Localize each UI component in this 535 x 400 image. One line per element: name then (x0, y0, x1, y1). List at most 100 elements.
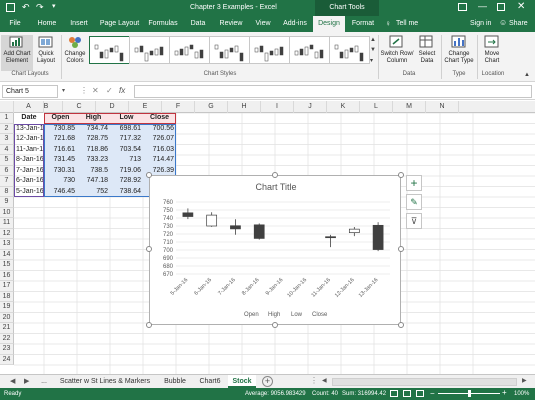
tab-file[interactable]: File (0, 16, 30, 32)
move-chart-button[interactable]: Move Chart (480, 35, 504, 65)
normal-view-icon[interactable] (390, 390, 398, 397)
scroll-tabs-right-icon[interactable]: ▶ (24, 377, 29, 385)
chart-style-thumbnail[interactable] (329, 36, 370, 64)
horizontal-scrollbar-menu-icon[interactable]: ⋮ (310, 376, 318, 385)
more-sheets-button[interactable]: ... (36, 375, 52, 388)
sign-in-link[interactable]: Sign in (470, 20, 491, 27)
table-header-cell[interactable]: Date (14, 113, 44, 124)
chart-resize-handle[interactable] (146, 172, 152, 178)
tab-add-ins[interactable]: Add-ins (278, 16, 312, 32)
legend-entry[interactable]: Close (312, 312, 328, 318)
styles-scroll-down-icon[interactable]: ▼ (370, 47, 376, 53)
tab-home[interactable]: Home (32, 16, 62, 32)
tab-format[interactable]: Format (347, 16, 379, 32)
zoom-out-icon[interactable]: − (430, 389, 435, 398)
chart-styles-button[interactable]: ✎ (406, 194, 422, 210)
up-bar[interactable] (206, 214, 218, 227)
column-header-c[interactable]: C (63, 101, 96, 113)
name-box[interactable]: Chart 5 (2, 85, 58, 98)
sheet-tab-scatter-w-st-lines-markers[interactable]: Scatter w St Lines & Markers (55, 375, 155, 388)
column-header-b[interactable]: B (30, 101, 63, 113)
collapse-ribbon-icon[interactable]: ▲ (524, 72, 530, 78)
ribbon-display-options-icon[interactable] (458, 3, 467, 11)
formula-input[interactable] (134, 85, 532, 98)
tab-page-layout[interactable]: Page Layout (97, 16, 142, 32)
undo-icon[interactable]: ↶ (22, 2, 30, 13)
chart-plot[interactable]: 760 750 740 730 720 710 700 690 680 6705-Jan-16 6-… (150, 176, 402, 326)
horizontal-scroll-left-icon[interactable]: ◀ (322, 377, 327, 384)
sheet-tab-chart6[interactable]: Chart6 (194, 375, 226, 388)
chart-style-thumbnail[interactable] (209, 36, 250, 64)
horizontal-scroll-right-icon[interactable]: ▶ (522, 377, 527, 384)
tell-me-icon[interactable]: ♀ (385, 19, 391, 28)
styles-scroll-up-icon[interactable]: ▲ (370, 37, 376, 43)
chart-resize-handle[interactable] (398, 322, 404, 328)
legend-entry[interactable]: High (268, 312, 280, 318)
select-all-corner[interactable] (0, 101, 14, 113)
chart-resize-handle[interactable] (272, 172, 278, 178)
chart-resize-handle[interactable] (398, 246, 404, 252)
sheet-tab-stock[interactable]: Stock (228, 375, 256, 388)
zoom-level[interactable]: 100% (514, 391, 529, 397)
stock-chart[interactable]: Chart Title 760 750 740 730 720 710 700 690 680 6… (149, 175, 401, 325)
chart-elements-button[interactable]: + (406, 175, 422, 191)
chart-style-thumbnail[interactable] (169, 36, 210, 64)
up-bar[interactable] (348, 228, 360, 234)
tab-review[interactable]: Review (214, 16, 248, 32)
down-bar[interactable] (372, 224, 384, 250)
column-header-i[interactable]: I (261, 101, 294, 113)
share-button[interactable]: Share (509, 20, 528, 27)
down-bar[interactable] (182, 212, 194, 217)
save-icon[interactable] (6, 3, 15, 12)
chart-style-thumbnail[interactable] (129, 36, 170, 64)
tell-me-search[interactable]: Tell me (396, 20, 418, 27)
chart-resize-handle[interactable] (146, 246, 152, 252)
column-header-m[interactable]: M (393, 101, 426, 113)
chart-style-thumbnail[interactable] (249, 36, 290, 64)
enter-formula-icon[interactable]: ✓ (106, 86, 113, 95)
tab-design[interactable]: Design (313, 16, 345, 32)
close-icon[interactable]: ✕ (517, 1, 525, 12)
column-header-h[interactable]: H (228, 101, 261, 113)
column-header-d[interactable]: D (96, 101, 129, 113)
change-chart-type-button[interactable]: Change Chart Type (443, 35, 475, 65)
sheet-tab-bubble[interactable]: Bubble (158, 375, 192, 388)
column-header-e[interactable]: E (129, 101, 162, 113)
switch-row-column-button[interactable]: Switch Row/ Column (379, 35, 415, 65)
chart-style-thumbnail[interactable] (289, 36, 330, 64)
chart-filters-button[interactable]: ⊽ (406, 213, 422, 229)
down-bar[interactable] (325, 236, 336, 239)
down-bar[interactable] (230, 225, 241, 230)
zoom-in-icon[interactable]: + (502, 388, 507, 397)
column-header-g[interactable]: G (195, 101, 228, 113)
legend-entry[interactable]: Open (244, 312, 259, 318)
customize-toolbar-icon[interactable]: ▾ (52, 2, 56, 10)
down-bar[interactable] (253, 224, 265, 239)
page-break-view-icon[interactable] (416, 390, 424, 397)
zoom-slider-thumb[interactable] (468, 390, 471, 397)
chart-resize-handle[interactable] (146, 322, 152, 328)
change-colors-button[interactable]: Change Colors (63, 35, 87, 65)
column-header-l[interactable]: L (360, 101, 393, 113)
name-box-dropdown-icon[interactable]: ▾ (62, 87, 65, 94)
new-sheet-icon[interactable]: + (262, 376, 273, 387)
legend-entry[interactable]: Low (291, 312, 303, 318)
column-header-f[interactable]: F (162, 101, 195, 113)
tab-data[interactable]: Data (184, 16, 212, 32)
tab-view[interactable]: View (250, 16, 276, 32)
minimize-icon[interactable]: — (478, 1, 487, 11)
tab-insert[interactable]: Insert (64, 16, 94, 32)
chart-resize-handle[interactable] (398, 172, 404, 178)
select-data-button[interactable]: Select Data (416, 35, 438, 65)
column-header-j[interactable]: J (294, 101, 327, 113)
maximize-icon[interactable] (497, 3, 505, 11)
column-header-k[interactable]: K (327, 101, 360, 113)
tab-formulas[interactable]: Formulas (144, 16, 182, 32)
page-layout-view-icon[interactable] (403, 390, 411, 397)
column-header-n[interactable]: N (426, 101, 459, 113)
insert-function-icon[interactable]: fx (119, 86, 125, 95)
cancel-formula-icon[interactable]: ✕ (92, 86, 99, 95)
share-icon[interactable]: ☺ (499, 18, 507, 27)
chart-style-thumbnail[interactable] (89, 36, 130, 64)
scroll-tabs-left-icon[interactable]: ◀ (10, 377, 15, 385)
